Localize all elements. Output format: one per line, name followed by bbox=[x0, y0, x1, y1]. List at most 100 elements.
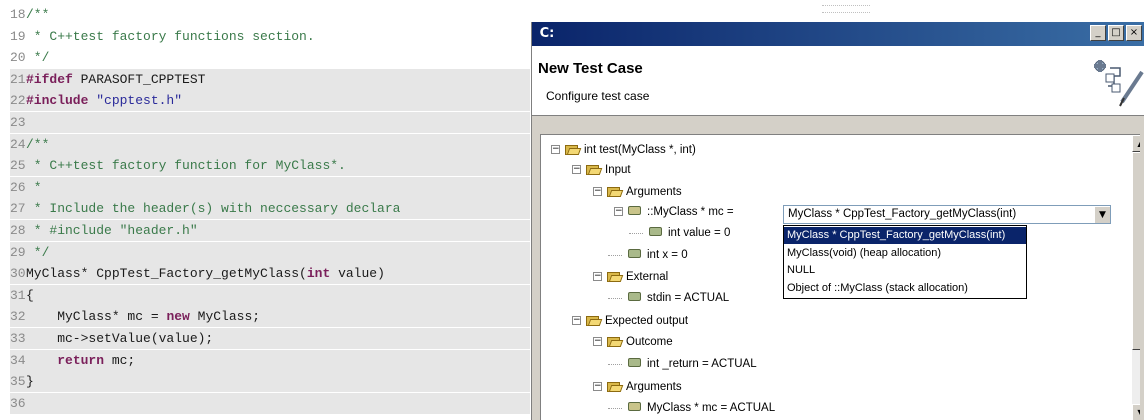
tree-node-label[interactable]: MyClass * mc = ACTUAL bbox=[647, 399, 775, 417]
minimize-button[interactable]: _ bbox=[1090, 25, 1106, 41]
tree-node-label[interactable]: stdin = ACTUAL bbox=[647, 289, 729, 307]
code-line[interactable]: 30MyClass* CppTest_Factory_getMyClass(in… bbox=[10, 263, 530, 285]
code-line[interactable]: 32 MyClass* mc = new MyClass; bbox=[10, 306, 530, 328]
pointer-icon bbox=[628, 206, 641, 215]
app-icon: C: bbox=[539, 26, 555, 41]
maximize-button[interactable]: □ bbox=[1108, 25, 1124, 41]
collapse-toggle[interactable]: − bbox=[551, 145, 560, 154]
code-line[interactable]: 23 bbox=[10, 112, 530, 133]
line-number: 31 bbox=[10, 287, 26, 303]
code-line[interactable]: 22#include "cpptest.h" bbox=[10, 90, 530, 112]
code-line[interactable]: 34 return mc; bbox=[10, 349, 530, 371]
collapse-toggle[interactable]: − bbox=[593, 382, 602, 391]
code-token: "cpptest.h" bbox=[88, 93, 183, 109]
line-number: 26 bbox=[10, 179, 26, 195]
code-line[interactable]: 33 mc->setValue(value); bbox=[10, 328, 530, 349]
collapse-toggle[interactable]: − bbox=[593, 337, 602, 346]
code-line[interactable]: 31{ bbox=[10, 284, 530, 306]
code-token: /** bbox=[26, 136, 50, 152]
tree-node-label[interactable]: Expected output bbox=[605, 312, 688, 330]
line-number: 35 bbox=[10, 374, 26, 390]
tree-node-label[interactable]: Arguments bbox=[626, 183, 682, 201]
line-number: 34 bbox=[10, 352, 26, 368]
line-number: 21 bbox=[10, 71, 26, 87]
code-line[interactable]: 18/** bbox=[10, 4, 530, 25]
code-token: MyClass* CppTest_Factory_getMyClass( bbox=[26, 266, 307, 282]
code-token: */ bbox=[26, 50, 50, 66]
code-token: } bbox=[26, 374, 34, 390]
code-token: { bbox=[26, 287, 34, 303]
code-line[interactable]: 28 * #include "header.h" bbox=[10, 220, 530, 241]
collapse-toggle[interactable]: − bbox=[593, 187, 602, 196]
code-line[interactable]: 24/** bbox=[10, 133, 530, 155]
code-token: value) bbox=[330, 266, 385, 282]
folder-icon bbox=[607, 336, 624, 347]
line-number: 22 bbox=[10, 93, 26, 109]
dropdown-option[interactable]: NULL bbox=[784, 262, 1026, 279]
tree-scrollbar[interactable]: ▲ ▼ bbox=[1132, 135, 1140, 420]
close-button[interactable]: × bbox=[1126, 25, 1142, 41]
folder-icon bbox=[607, 381, 624, 392]
collapse-toggle[interactable]: − bbox=[614, 207, 623, 216]
dialog-header: New Test Case Configure test case bbox=[532, 46, 1144, 116]
tree-connector bbox=[608, 298, 622, 299]
code-line[interactable]: 29 */ bbox=[10, 241, 530, 263]
line-number: 18 bbox=[10, 7, 26, 22]
code-token: /** bbox=[26, 7, 50, 22]
code-token: * Include the header(s) with neccessary … bbox=[26, 201, 401, 217]
chevron-down-icon[interactable]: ▼ bbox=[1094, 206, 1110, 223]
tree-node-label[interactable]: int x = 0 bbox=[647, 246, 688, 264]
tree-node-label[interactable]: Arguments bbox=[626, 378, 682, 396]
tree-connector bbox=[608, 364, 622, 365]
collapse-toggle[interactable]: − bbox=[572, 165, 581, 174]
code-line[interactable]: 35} bbox=[10, 371, 530, 393]
code-token: int bbox=[306, 266, 331, 282]
code-token: #ifdef bbox=[26, 71, 73, 87]
code-line[interactable]: 36 bbox=[10, 392, 530, 414]
dialog-title: New Test Case bbox=[538, 60, 643, 77]
tree-node-label[interactable]: int _return = ACTUAL bbox=[647, 355, 757, 373]
dropdown-option[interactable]: MyClass * CppTest_Factory_getMyClass(int… bbox=[784, 227, 1026, 244]
code-line[interactable]: 26 * bbox=[10, 176, 530, 198]
tree-node-label[interactable]: External bbox=[626, 268, 668, 286]
window-grip[interactable] bbox=[822, 5, 870, 13]
tree-node-label[interactable]: int value = 0 bbox=[668, 224, 730, 242]
combobox-value: MyClass * CppTest_Factory_getMyClass(int… bbox=[788, 208, 1017, 220]
value-combobox[interactable]: MyClass * CppTest_Factory_getMyClass(int… bbox=[783, 205, 1111, 224]
code-token: MyClass; bbox=[189, 309, 261, 325]
code-token: * C++test factory function for MyClass*. bbox=[26, 158, 346, 174]
scroll-thumb[interactable] bbox=[1132, 152, 1140, 350]
code-token: #include bbox=[26, 93, 89, 109]
code-line[interactable]: 27 * Include the header(s) with neccessa… bbox=[10, 198, 530, 220]
code-token: */ bbox=[26, 244, 50, 260]
tree-node-label[interactable]: ::MyClass * mc = bbox=[647, 203, 734, 221]
line-number: 33 bbox=[10, 331, 26, 346]
dialog-subtitle: Configure test case bbox=[546, 89, 650, 103]
code-token: mc->setValue(value); bbox=[26, 331, 214, 346]
dropdown-option[interactable]: MyClass(void) (heap allocation) bbox=[784, 245, 1026, 262]
scroll-down-button[interactable]: ▼ bbox=[1132, 404, 1140, 420]
code-token: PARASOFT_CPPTEST bbox=[72, 71, 206, 87]
dialog-titlebar[interactable]: C: _ □ × bbox=[532, 22, 1144, 46]
code-token: * #include "header.h" bbox=[26, 223, 198, 238]
collapse-toggle[interactable]: − bbox=[572, 316, 581, 325]
collapse-toggle[interactable]: − bbox=[593, 272, 602, 281]
dropdown-option[interactable]: Object of ::MyClass (stack allocation) bbox=[784, 280, 1026, 297]
code-line[interactable]: 19 * C++test factory functions section. bbox=[10, 26, 530, 47]
code-line[interactable]: 25 * C++test factory function for MyClas… bbox=[10, 155, 530, 177]
scroll-up-button[interactable]: ▲ bbox=[1132, 135, 1140, 152]
line-number: 25 bbox=[10, 158, 26, 174]
tree-node-label[interactable]: Input bbox=[605, 161, 631, 179]
code-line[interactable]: 20 */ bbox=[10, 47, 530, 68]
folder-icon bbox=[586, 315, 603, 326]
code-line[interactable]: 21#ifdef PARASOFT_CPPTEST bbox=[10, 68, 530, 90]
tree-connector bbox=[608, 408, 622, 409]
leaf-icon bbox=[628, 249, 641, 258]
wizard-banner-icon bbox=[1094, 60, 1144, 107]
tree-node-label[interactable]: int test(MyClass *, int) bbox=[584, 141, 696, 159]
combobox-dropdown-list[interactable]: MyClass * CppTest_Factory_getMyClass(int… bbox=[783, 225, 1027, 299]
code-editor[interactable]: 18/** 19 * C++test factory functions sect… bbox=[0, 0, 530, 420]
tree-node-label[interactable]: Outcome bbox=[626, 333, 673, 351]
leaf-icon bbox=[628, 292, 641, 301]
